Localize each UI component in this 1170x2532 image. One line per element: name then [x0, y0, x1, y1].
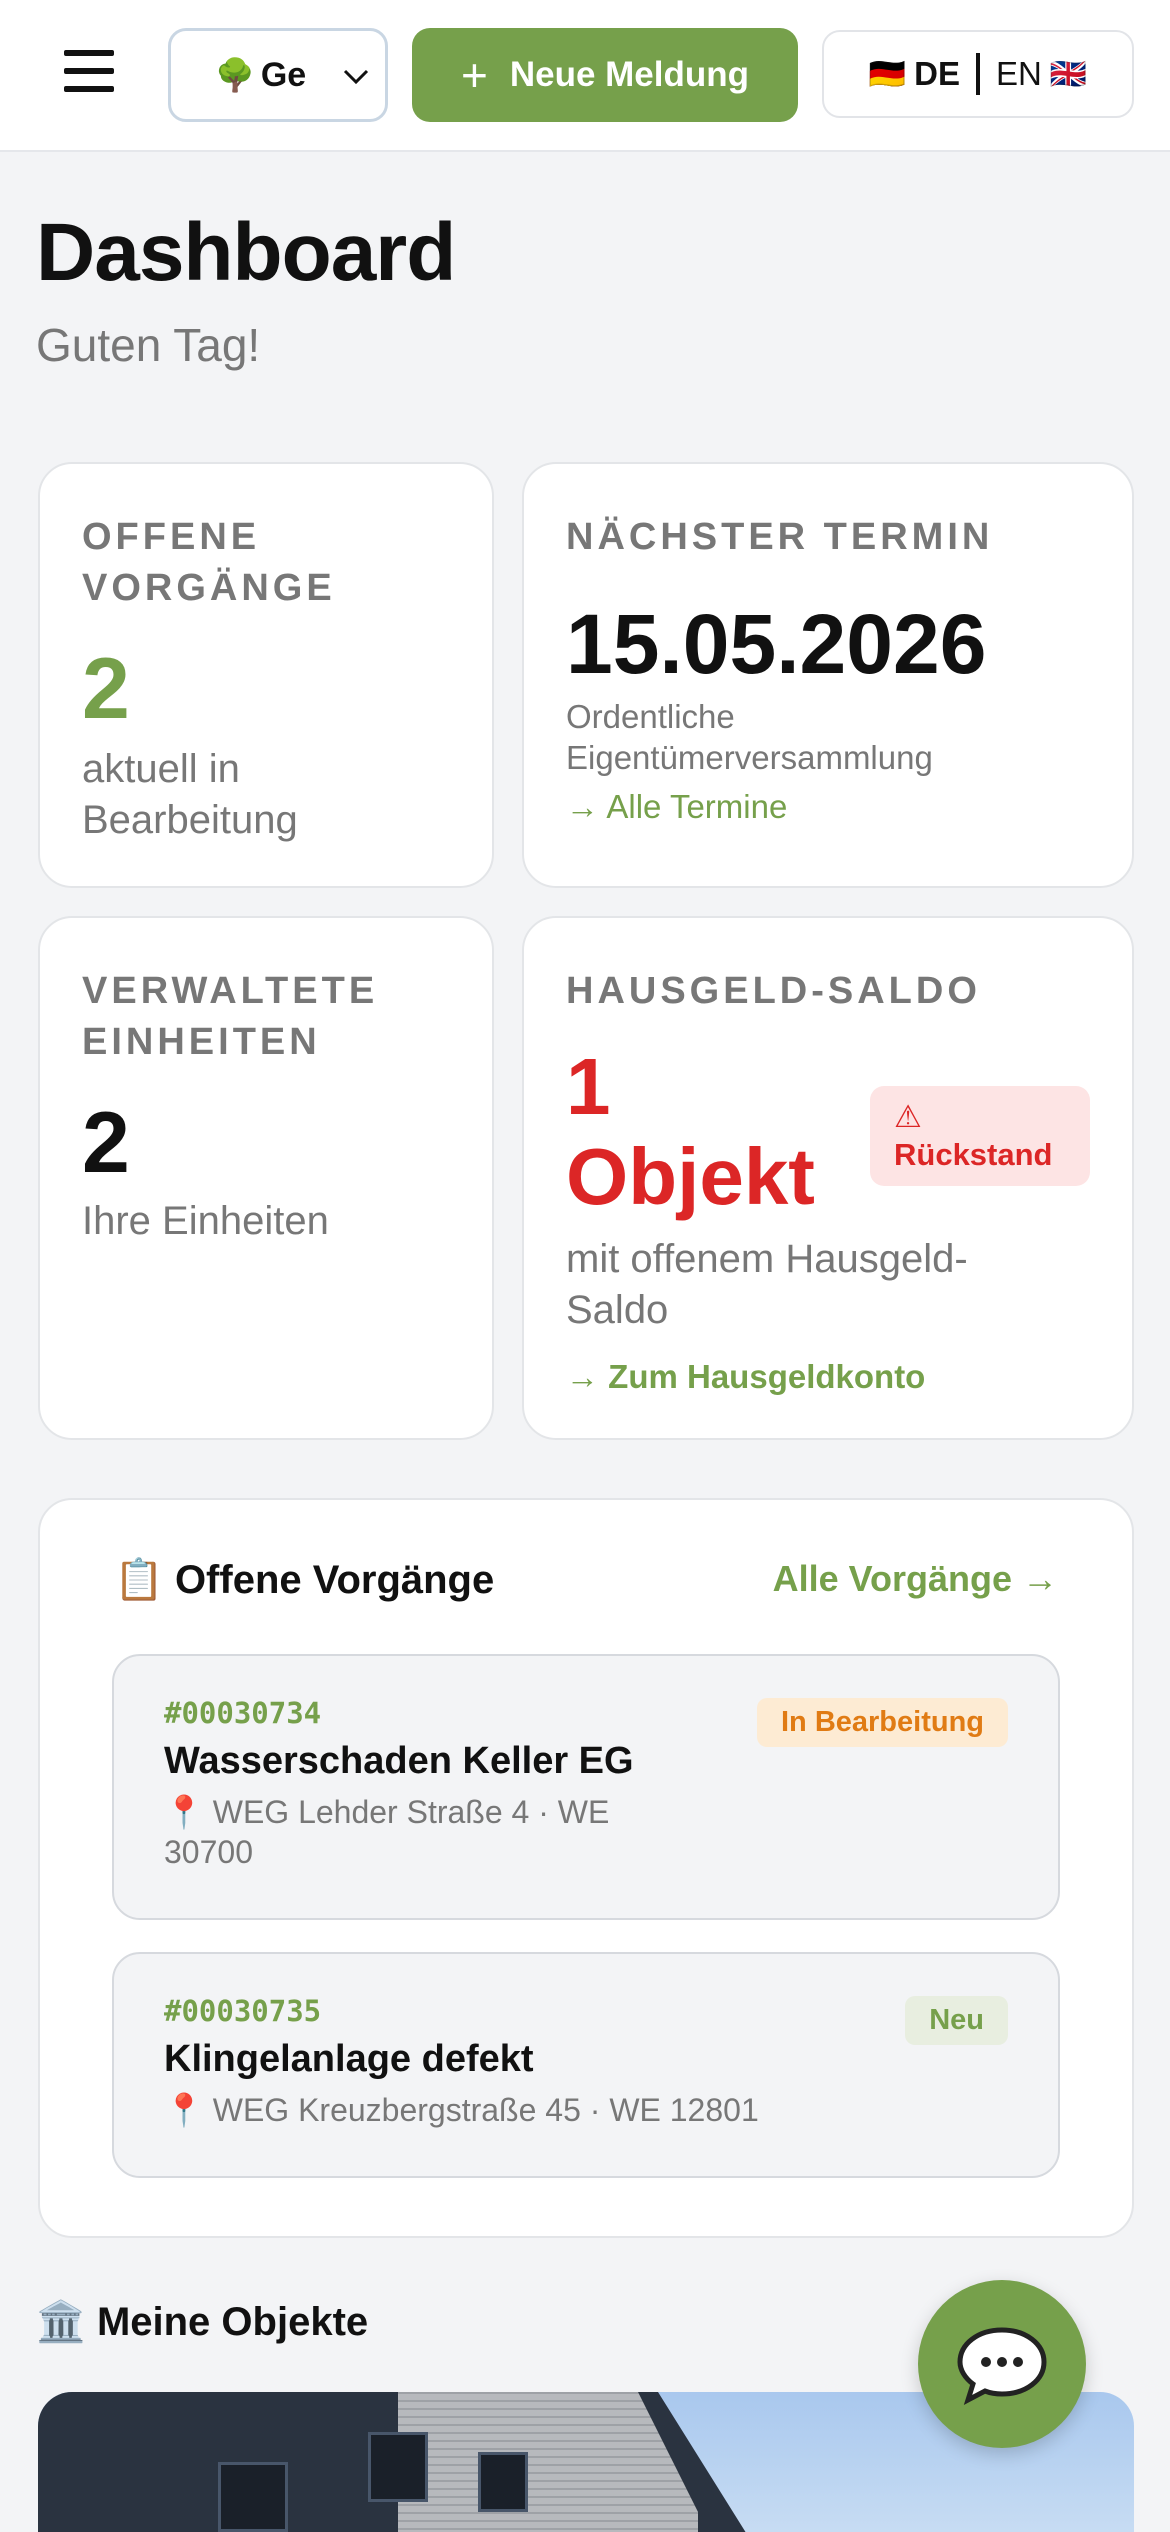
window: [218, 2462, 288, 2532]
case-item[interactable]: #00030734 Wasserschaden Keller EG 📍 WEG …: [112, 1654, 1060, 1920]
status-badge: Neu: [905, 1996, 1008, 2045]
balance-account-link[interactable]: → Zum Hausgeldkonto: [566, 1358, 925, 1396]
card-label: Nächster Termin: [566, 516, 994, 558]
card-subtext: Ordentliche Eigentümerversammlung: [566, 698, 933, 776]
lang-separator: [976, 53, 980, 95]
case-title: Klingelanlage defekt: [164, 2038, 534, 2080]
case-location-text: WEG Lehder Straße 4 · WE 30700: [164, 1794, 610, 1870]
case-title: Wasserschaden Keller EG: [164, 1740, 634, 1782]
card-subtext: mit offenem Hausgeld-Saldo: [566, 1237, 968, 1332]
all-dates-link[interactable]: → Alle Termine: [566, 788, 787, 826]
menu-icon[interactable]: [58, 44, 122, 104]
case-id: #00030735: [164, 1994, 322, 2028]
tree-icon: 🌳: [215, 57, 255, 93]
card-subtext: Ihre Einheiten: [82, 1199, 329, 1243]
lang-en[interactable]: EN: [996, 55, 1042, 93]
new-report-button[interactable]: + Neue Meldung: [412, 28, 798, 122]
greeting: Guten Tag!: [36, 319, 261, 371]
top-bar: 🌳 Ge + Neue Meldung 🇩🇪 DE EN 🇬🇧: [0, 0, 1170, 152]
language-switcher[interactable]: 🇩🇪 DE EN 🇬🇧: [822, 30, 1134, 118]
lang-de[interactable]: DE: [914, 55, 960, 93]
section-title: 📋 Offene Vorgänge: [114, 1556, 494, 1603]
open-cases-panel: 📋 Offene Vorgänge Alle Vorgänge → #00030…: [38, 1498, 1134, 2238]
case-location: 📍 WEG Lehder Straße 4 · WE 30700: [164, 1792, 684, 1872]
case-id: #00030734: [164, 1696, 322, 1730]
pin-icon: 📍: [164, 1794, 204, 1830]
page-title: Dashboard: [36, 207, 456, 298]
section-title-label: Offene Vorgänge: [174, 1558, 495, 1602]
chat-bubble-icon: [957, 2327, 1047, 2406]
building-icon: 🏛️: [36, 2300, 86, 2344]
property-select[interactable]: 🌳 Ge: [168, 28, 388, 122]
chevron-down-icon: [343, 69, 369, 85]
clipboard-icon: 📋: [114, 1558, 164, 1602]
status-badge: In Bearbeitung: [756, 1698, 1008, 1747]
units-count: 2: [82, 1095, 130, 1191]
german-flag-icon: 🇩🇪: [868, 57, 907, 91]
case-item[interactable]: #00030735 Klingelanlage defekt 📍 WEG Kre…: [112, 1952, 1060, 2178]
pin-icon: 📍: [164, 2092, 204, 2128]
open-cases-count: 2: [82, 641, 130, 737]
window: [368, 2432, 428, 2502]
card-subtext: aktuell in Bearbeitung: [82, 747, 298, 842]
case-location-text: WEG Kreuzbergstraße 45 · WE 12801: [212, 2092, 759, 2128]
overdue-badge: ⚠ Rückstand: [870, 1086, 1090, 1186]
card-label: Verwaltete Einheiten: [82, 970, 379, 1063]
next-date-value: 15.05.2026: [566, 597, 987, 691]
card-label: Offene Vorgänge: [82, 516, 336, 609]
uk-flag-icon: 🇬🇧: [1049, 57, 1088, 91]
balance-value: 1 Objekt: [566, 1042, 815, 1221]
objects-section-title-label: Meine Objekte: [96, 2300, 369, 2344]
objects-section-title: 🏛️ Meine Objekte: [36, 2298, 368, 2345]
window: [478, 2452, 528, 2512]
overdue-badge-label: Rückstand: [894, 1137, 1053, 1172]
warning-icon: ⚠: [894, 1099, 922, 1134]
units-card: Verwaltete Einheiten 2 Ihre Einheiten: [38, 916, 494, 1440]
property-select-value: Ge: [260, 55, 307, 94]
plus-icon: +: [460, 49, 488, 101]
case-location: 📍 WEG Kreuzbergstraße 45 · WE 12801: [164, 2090, 864, 2130]
card-label: Hausgeld-Saldo: [566, 970, 981, 1012]
new-report-label: Neue Meldung: [509, 55, 750, 94]
chat-button[interactable]: [918, 2280, 1086, 2448]
next-date-card: Nächster Termin 15.05.2026 Ordentliche E…: [522, 462, 1134, 888]
balance-card: Hausgeld-Saldo 1 Objekt ⚠ Rückstand mit …: [522, 916, 1134, 1440]
all-cases-link[interactable]: Alle Vorgänge →: [773, 1558, 1058, 1600]
open-cases-card[interactable]: Offene Vorgänge 2 aktuell in Bearbeitung: [38, 462, 494, 888]
